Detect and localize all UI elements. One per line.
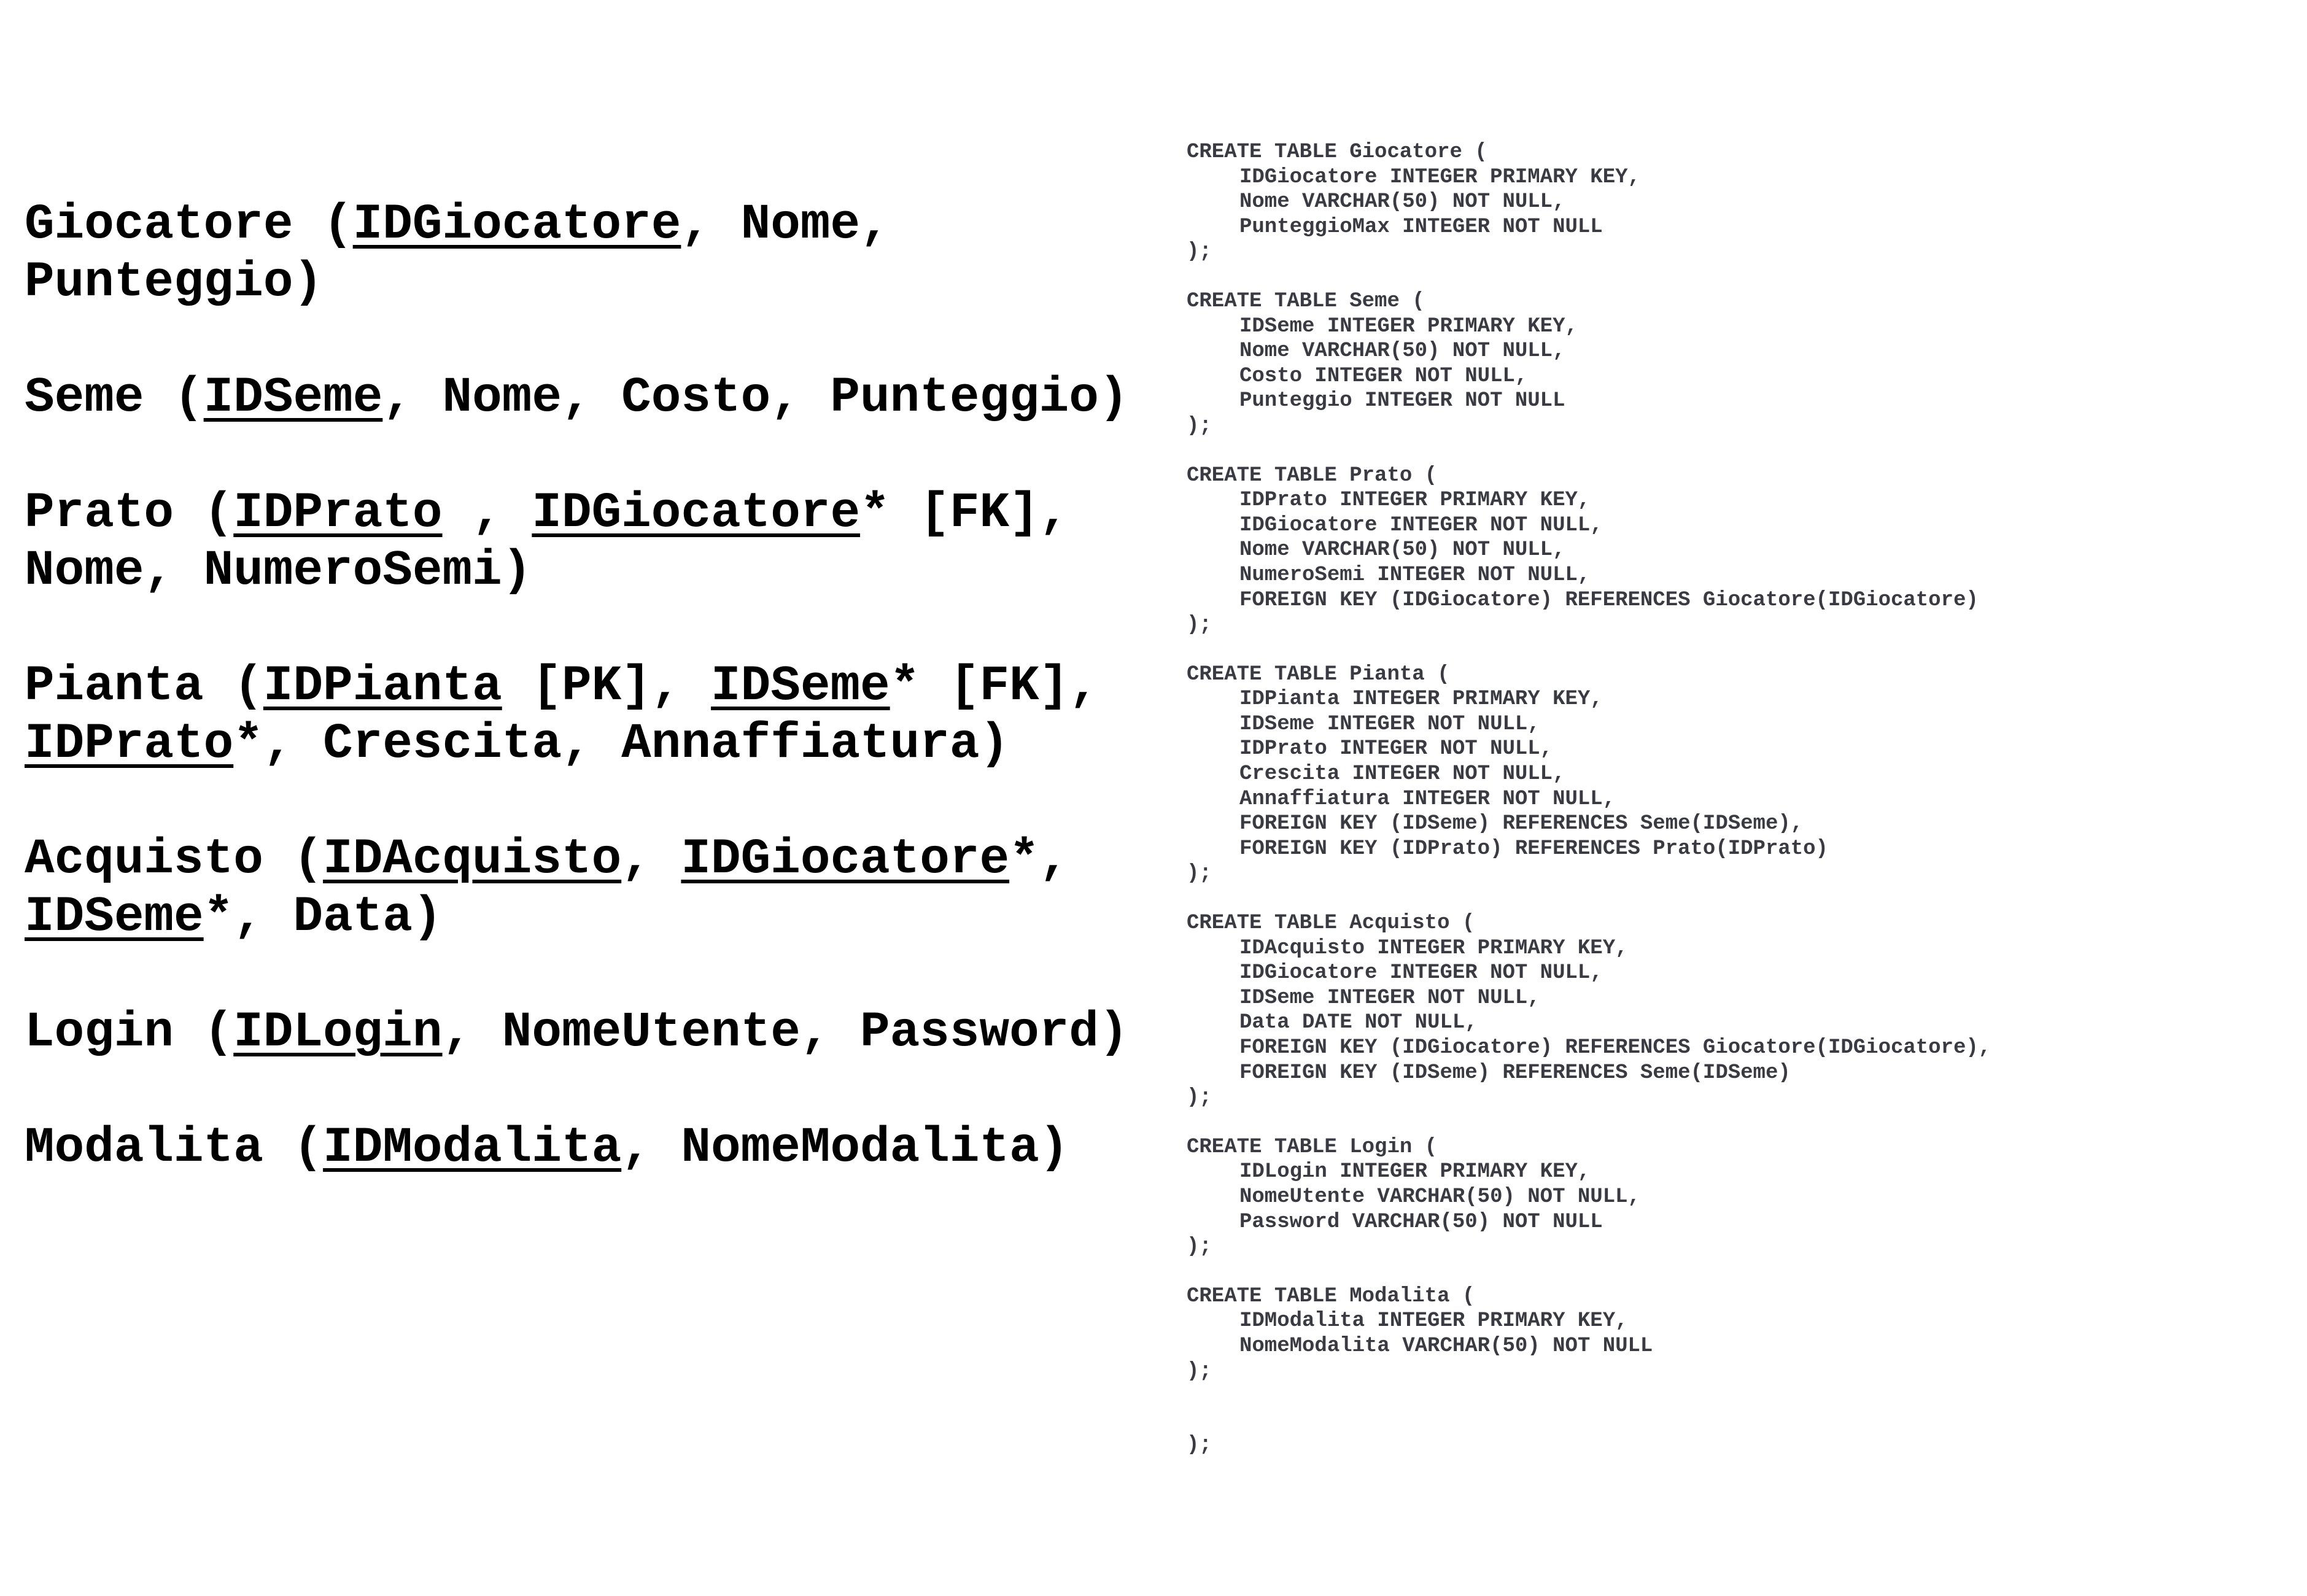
relation-text: , Nome, Costo, Punteggio) (382, 370, 1129, 426)
sql-create-table-block: CREATE TABLE Modalita (IDModalita INTEGE… (1187, 1284, 2279, 1384)
relational-schema: Giocatore (IDGiocatore, Nome, Punteggio)… (25, 196, 1166, 1235)
sql-column-definition: Nome VARCHAR(50) NOT NULL, (1239, 190, 1565, 214)
sql-create-statement: CREATE TABLE Pianta ( (1187, 662, 1450, 686)
sql-column-definition: Nome VARCHAR(50) NOT NULL, (1239, 538, 1565, 562)
key-attribute: IDPianta (263, 659, 502, 715)
key-attribute: IDPrato (233, 486, 443, 541)
relation-text: *, Data) (203, 889, 443, 945)
sql-column-definition: NomeModalita VARCHAR(50) NOT NULL (1239, 1334, 1653, 1358)
sql-create-table-block: CREATE TABLE Seme (IDSeme INTEGER PRIMAR… (1187, 289, 2279, 439)
sql-close-statement: ); (1187, 1359, 1212, 1383)
relation-text: *, (1009, 832, 1069, 888)
sql-column-definition: NumeroSemi INTEGER NOT NULL, (1239, 563, 1591, 587)
relation-text: Giocatore ( (25, 197, 353, 253)
key-attribute: IDLogin (233, 1005, 443, 1061)
relation-text: Modalita ( (25, 1120, 324, 1176)
relation-text: , (621, 832, 681, 888)
relation-text: Acquisto ( (25, 832, 324, 888)
sql-column-definition: IDLogin INTEGER PRIMARY KEY, (1239, 1160, 1591, 1184)
sql-create-table-block: CREATE TABLE Pianta (IDPianta INTEGER PR… (1187, 662, 2279, 886)
key-attribute: IDSeme (203, 370, 383, 426)
sql-column-definition: IDGiocatore INTEGER NOT NULL, (1239, 513, 1603, 537)
sql-column-definition: IDPrato INTEGER NOT NULL, (1239, 737, 1553, 761)
sql-column-definition: IDModalita INTEGER PRIMARY KEY, (1239, 1309, 1628, 1333)
sql-column-definition: Punteggio INTEGER NOT NULL (1239, 389, 1565, 413)
sql-column-definition: IDGiocatore INTEGER NOT NULL, (1239, 961, 1603, 985)
relation-text: , NomeUtente, Password) (442, 1005, 1129, 1061)
sql-create-table-block: CREATE TABLE Acquisto (IDAcquisto INTEGE… (1187, 911, 2279, 1110)
relation-text: Prato ( (25, 486, 234, 541)
sql-column-definition: IDSeme INTEGER NOT NULL, (1239, 986, 1540, 1010)
schema-relation: Giocatore (IDGiocatore, Nome, Punteggio) (25, 196, 1166, 312)
sql-close-statement: ); (1187, 613, 1212, 637)
sql-column-definition: Password VARCHAR(50) NOT NULL (1239, 1210, 1603, 1234)
sql-create-statement: CREATE TABLE Seme ( (1187, 289, 1425, 313)
key-attribute: IDModalita (323, 1120, 622, 1176)
sql-column-definition: Annaffiatura INTEGER NOT NULL, (1239, 787, 1616, 811)
sql-create-statement: CREATE TABLE Login ( (1187, 1135, 1438, 1159)
schema-relation: Seme (IDSeme, Nome, Costo, Punteggio) (25, 370, 1166, 427)
key-attribute: IDGiocatore (532, 486, 861, 541)
schema-relation: Acquisto (IDAcquisto, IDGiocatore*, IDSe… (25, 831, 1166, 947)
key-attribute: IDGiocatore (681, 832, 1010, 888)
key-attribute: IDSeme (25, 889, 204, 945)
sql-close-statement: ); (1187, 862, 1212, 886)
schema-relation: Pianta (IDPianta [PK], IDSeme* [FK], IDP… (25, 658, 1166, 773)
schema-relation: Prato (IDPrato , IDGiocatore* [FK], Nome… (25, 485, 1166, 600)
sql-column-definition: Costo INTEGER NOT NULL, (1239, 364, 1528, 388)
sql-create-statement: CREATE TABLE Acquisto ( (1187, 912, 1475, 936)
key-attribute: IDAcquisto (323, 832, 622, 888)
sql-column-definition: IDAcquisto INTEGER PRIMARY KEY, (1239, 936, 1628, 960)
sql-create-statement: CREATE TABLE Giocatore ( (1187, 141, 1487, 164)
sql-column-definition: IDPrato INTEGER PRIMARY KEY, (1239, 489, 1591, 513)
sql-column-definition: IDSeme INTEGER NOT NULL, (1239, 712, 1540, 736)
sql-close-statement: ); (1187, 240, 1212, 264)
relation-text: Seme ( (25, 370, 204, 426)
sql-close-statement: ); (1187, 1086, 1212, 1110)
sql-column-definition: IDGiocatore INTEGER PRIMARY KEY, (1239, 165, 1640, 189)
sql-column-definition: IDSeme INTEGER PRIMARY KEY, (1239, 314, 1578, 338)
sql-create-statement: CREATE TABLE Modalita ( (1187, 1284, 1475, 1308)
relation-text: , (442, 486, 532, 541)
relation-text: *, Crescita, Annaffiatura) (233, 716, 1010, 772)
schema-relation: Modalita (IDModalita, NomeModalita) (25, 1120, 1166, 1177)
relation-text: Pianta ( (25, 659, 263, 715)
sql-close-statement: ); (1187, 414, 1212, 438)
sql-column-definition: Crescita INTEGER NOT NULL, (1239, 762, 1565, 786)
sql-column-definition: PunteggioMax INTEGER NOT NULL (1239, 215, 1603, 239)
sql-code-listing: CREATE TABLE Giocatore (IDGiocatore INTE… (1187, 140, 2279, 1408)
sql-trailing-close: ); (1187, 1433, 1212, 1457)
sql-create-table-block: CREATE TABLE Prato (IDPrato INTEGER PRIM… (1187, 463, 2279, 638)
sql-create-table-block: CREATE TABLE Login (IDLogin INTEGER PRIM… (1187, 1135, 2279, 1260)
sql-column-definition: Data DATE NOT NULL, (1239, 1011, 1478, 1035)
sql-column-definition: Nome VARCHAR(50) NOT NULL, (1239, 339, 1565, 363)
key-attribute: IDSeme (711, 659, 890, 715)
relation-text: Login ( (25, 1005, 234, 1061)
sql-column-definition: FOREIGN KEY (IDSeme) REFERENCES Seme(IDS… (1239, 1061, 1791, 1085)
sql-column-definition: IDPianta INTEGER PRIMARY KEY, (1239, 688, 1603, 711)
sql-column-definition: FOREIGN KEY (IDGiocatore) REFERENCES Gio… (1239, 588, 1979, 612)
sql-column-definition: FOREIGN KEY (IDSeme) REFERENCES Seme(IDS… (1239, 812, 1804, 836)
schema-relation: Login (IDLogin, NomeUtente, Password) (25, 1004, 1166, 1062)
relation-text: * [FK], (890, 659, 1099, 715)
sql-column-definition: FOREIGN KEY (IDGiocatore) REFERENCES Gio… (1239, 1036, 1991, 1059)
relation-text: , NomeModalita) (621, 1120, 1069, 1176)
key-attribute: IDPrato (25, 716, 234, 772)
key-attribute: IDGiocatore (352, 197, 681, 253)
sql-column-definition: FOREIGN KEY (IDPrato) REFERENCES Prato(I… (1239, 837, 1828, 861)
sql-create-table-block: CREATE TABLE Giocatore (IDGiocatore INTE… (1187, 140, 2279, 265)
sql-create-statement: CREATE TABLE Prato ( (1187, 463, 1438, 487)
sql-close-statement: ); (1187, 1235, 1212, 1259)
sql-column-definition: NomeUtente VARCHAR(50) NOT NULL, (1239, 1185, 1640, 1209)
relation-text: [PK], (502, 659, 711, 715)
